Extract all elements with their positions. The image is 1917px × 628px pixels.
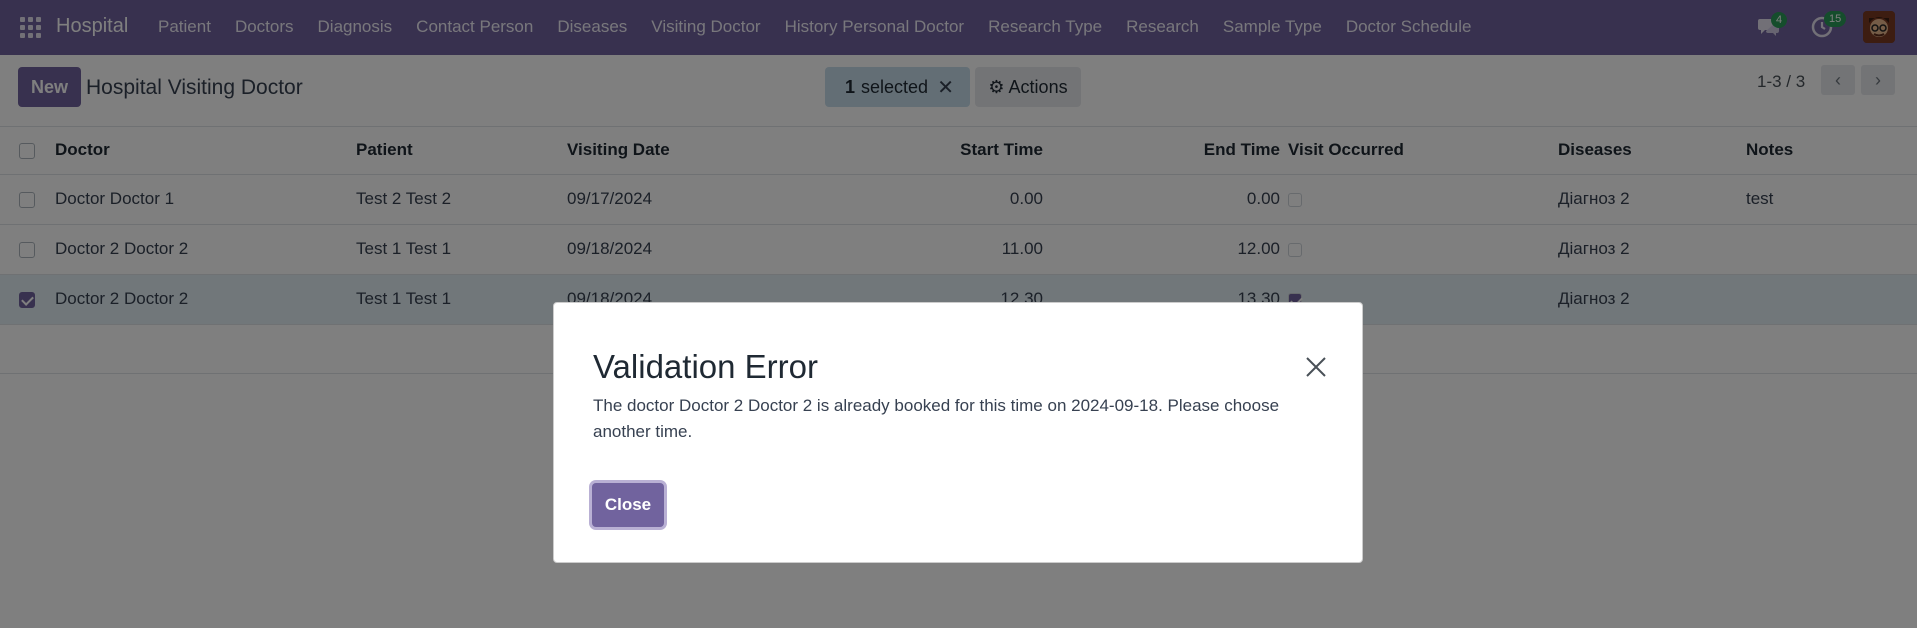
dialog-title: Validation Error	[593, 348, 818, 385]
dialog-message: The doctor Doctor 2 Doctor 2 is already …	[593, 396, 1280, 441]
close-icon[interactable]	[1304, 355, 1328, 379]
close-button[interactable]: Close	[592, 483, 664, 527]
validation-error-dialog: Validation Error The doctor Doctor 2 Doc…	[553, 302, 1363, 563]
